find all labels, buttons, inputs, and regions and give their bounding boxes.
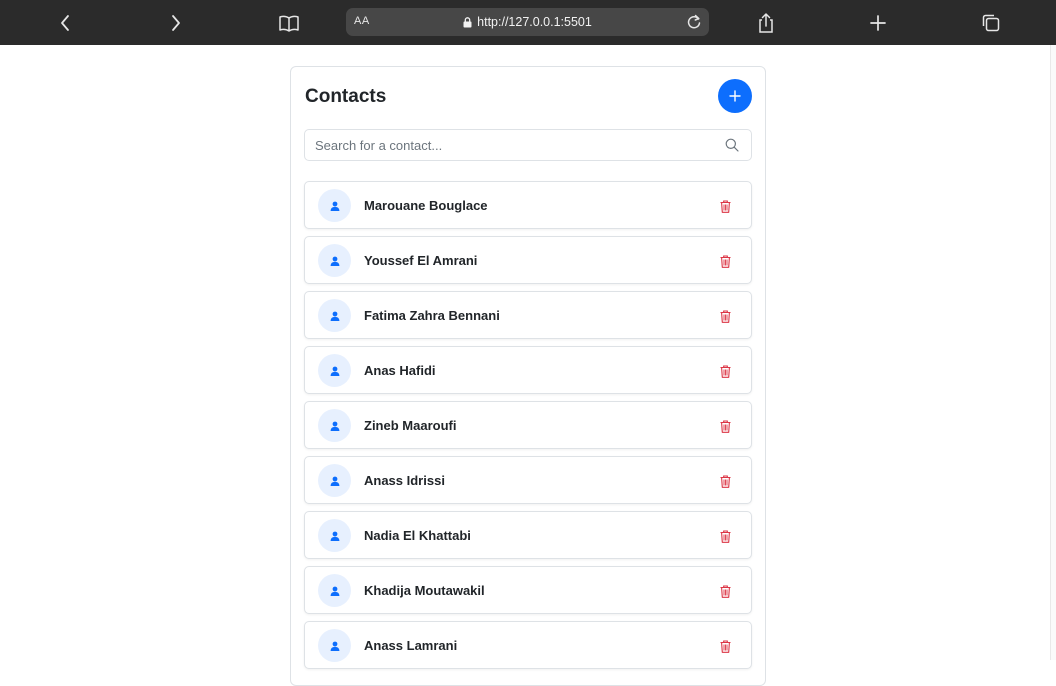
avatar bbox=[318, 244, 351, 277]
contact-name: Anass Lamrani bbox=[364, 638, 458, 653]
tabs-icon bbox=[982, 14, 1000, 31]
trash-icon bbox=[720, 364, 730, 378]
add-contact-button[interactable] bbox=[718, 79, 752, 113]
avatar bbox=[318, 409, 351, 442]
delete-contact-button[interactable] bbox=[717, 473, 733, 489]
trash-icon bbox=[720, 474, 730, 488]
trash-icon bbox=[720, 529, 730, 543]
contact-list-item[interactable]: Marouane Bouglace bbox=[304, 181, 752, 229]
contact-list-item[interactable]: Khadija Moutawakil bbox=[304, 566, 752, 614]
share-button[interactable] bbox=[744, 0, 788, 45]
user-icon bbox=[330, 256, 339, 266]
tabs-button[interactable] bbox=[969, 0, 1013, 45]
reader-icon bbox=[279, 15, 299, 32]
search-icon[interactable] bbox=[725, 138, 739, 152]
search-box bbox=[304, 129, 752, 161]
contact-list-item[interactable]: Zineb Maaroufi bbox=[304, 401, 752, 449]
browser-toolbar: AA http://127.0.0.1:5501 bbox=[0, 0, 1056, 45]
delete-contact-button[interactable] bbox=[717, 583, 733, 599]
avatar bbox=[318, 629, 351, 662]
contact-name: Fatima Zahra Bennani bbox=[364, 308, 500, 323]
back-icon bbox=[61, 14, 69, 31]
contact-name: Marouane Bouglace bbox=[364, 198, 488, 213]
contact-list-item[interactable]: Anass Idrissi bbox=[304, 456, 752, 504]
contact-list-item[interactable]: Fatima Zahra Bennani bbox=[304, 291, 752, 339]
contact-name: Nadia El Khattabi bbox=[364, 528, 471, 543]
user-icon bbox=[330, 476, 339, 486]
user-icon bbox=[330, 421, 339, 431]
plus-icon bbox=[729, 90, 741, 102]
contacts-card: Contacts Marouane Bouglace Youssef El Am… bbox=[290, 66, 766, 686]
contact-name: Zineb Maaroufi bbox=[364, 418, 457, 433]
avatar bbox=[318, 189, 351, 222]
trash-icon bbox=[720, 639, 730, 653]
url-text: http://127.0.0.1:5501 bbox=[477, 15, 592, 29]
user-icon bbox=[330, 531, 339, 541]
contact-name: Anas Hafidi bbox=[364, 363, 436, 378]
avatar bbox=[318, 299, 351, 332]
share-icon bbox=[759, 12, 773, 33]
delete-contact-button[interactable] bbox=[717, 253, 733, 269]
delete-contact-button[interactable] bbox=[717, 418, 733, 434]
trash-icon bbox=[720, 584, 730, 598]
delete-contact-button[interactable] bbox=[717, 363, 733, 379]
page-scrollbar[interactable] bbox=[1050, 45, 1056, 660]
new-tab-button[interactable] bbox=[856, 0, 900, 45]
trash-icon bbox=[720, 254, 730, 268]
forward-icon bbox=[172, 14, 180, 31]
address-bar[interactable]: AA http://127.0.0.1:5501 bbox=[346, 8, 709, 36]
search-input[interactable] bbox=[305, 130, 715, 160]
contact-name: Khadija Moutawakil bbox=[364, 583, 485, 598]
page-title: Contacts bbox=[305, 86, 387, 107]
avatar bbox=[318, 354, 351, 387]
contact-name: Youssef El Amrani bbox=[364, 253, 478, 268]
trash-icon bbox=[720, 419, 730, 433]
reader-button[interactable] bbox=[267, 0, 311, 45]
lock-icon bbox=[463, 16, 472, 28]
trash-icon bbox=[720, 199, 730, 213]
avatar bbox=[318, 574, 351, 607]
contact-list-item[interactable]: Nadia El Khattabi bbox=[304, 511, 752, 559]
user-icon bbox=[330, 586, 339, 596]
back-button[interactable] bbox=[43, 0, 87, 45]
contact-name: Anass Idrissi bbox=[364, 473, 445, 488]
user-icon bbox=[330, 311, 339, 321]
contact-list-item[interactable]: Youssef El Amrani bbox=[304, 236, 752, 284]
delete-contact-button[interactable] bbox=[717, 638, 733, 654]
delete-contact-button[interactable] bbox=[717, 198, 733, 214]
user-icon bbox=[330, 641, 339, 651]
new-tab-icon bbox=[870, 14, 886, 31]
user-icon bbox=[330, 201, 339, 211]
avatar bbox=[318, 464, 351, 497]
contact-list-item[interactable]: Anass Lamrani bbox=[304, 621, 752, 669]
reload-icon[interactable] bbox=[685, 13, 703, 31]
delete-contact-button[interactable] bbox=[717, 528, 733, 544]
trash-icon bbox=[720, 309, 730, 323]
contact-list-item[interactable]: Anas Hafidi bbox=[304, 346, 752, 394]
delete-contact-button[interactable] bbox=[717, 308, 733, 324]
user-icon bbox=[330, 366, 339, 376]
forward-button[interactable] bbox=[154, 0, 198, 45]
avatar bbox=[318, 519, 351, 552]
contact-list: Marouane Bouglace Youssef El Amrani Fati… bbox=[304, 181, 752, 676]
